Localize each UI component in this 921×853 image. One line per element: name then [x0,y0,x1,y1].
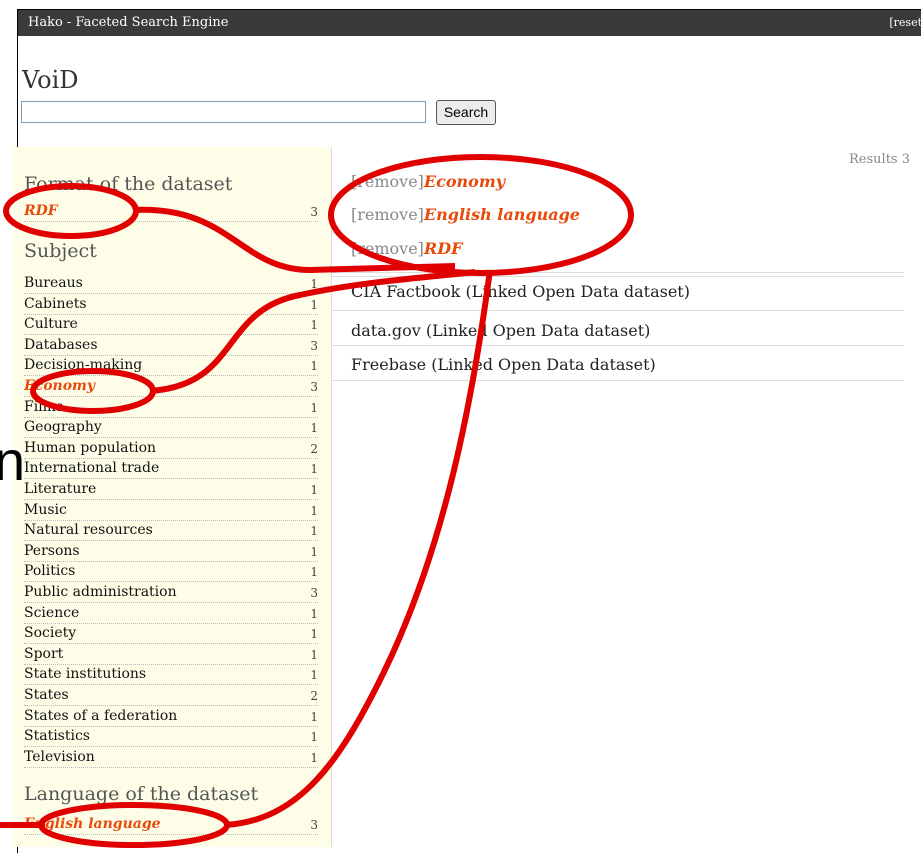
highlight-ellipse-economy [30,368,156,414]
highlight-ellipse-rdf [3,183,139,239]
annotation-overlay: n [0,154,634,848]
connector-rdf [132,206,456,274]
cropped-letter: n [0,429,25,492]
connector-economy [149,269,476,394]
highlight-ellipse-english [38,802,230,848]
highlight-ellipse-filters [328,154,634,276]
connector-english [225,269,493,828]
